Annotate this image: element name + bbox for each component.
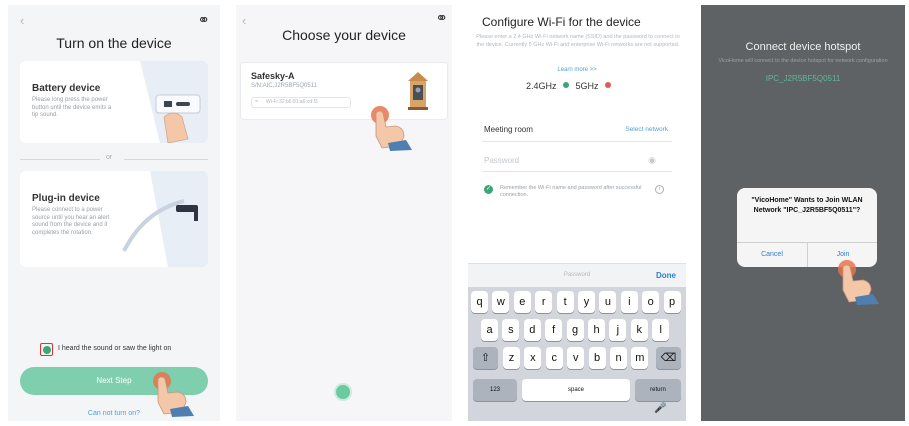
learn-more-link[interactable]: Learn more >> <box>468 67 686 73</box>
plugin-device-illustration <box>122 171 208 267</box>
device-name: Safesky-A <box>251 71 295 81</box>
device-list-item[interactable]: Safesky-A S/N:AIC,J2R5BF5Q0511 ≈ Wi-Fi:3… <box>240 62 448 120</box>
space-key[interactable]: space <box>522 379 630 401</box>
key-r[interactable]: r <box>535 291 553 313</box>
remember-checkbox[interactable]: ✓ <box>484 185 493 194</box>
remember-label: Remember the Wi-Fi name and password aft… <box>500 185 642 198</box>
headset-icon[interactable]: ⚭ <box>197 11 210 29</box>
chevron-left-icon[interactable]: ‹ <box>20 13 24 28</box>
tap-hand-icon <box>838 260 879 305</box>
divider <box>482 171 672 172</box>
key-g[interactable]: g <box>566 319 584 341</box>
plugin-device-card[interactable]: Plug-in device Please connect to a power… <box>20 171 208 267</box>
info-icon[interactable]: i <box>655 185 664 194</box>
numbers-key[interactable]: 123 <box>473 379 517 401</box>
microphone-icon[interactable]: 🎤 <box>654 403 666 414</box>
done-button[interactable]: Done <box>656 271 676 280</box>
key-h[interactable]: h <box>588 319 605 341</box>
band-5-label: 5GHz <box>575 81 599 91</box>
confirm-checkbox[interactable] <box>40 343 53 356</box>
key-t[interactable]: t <box>556 291 574 313</box>
on-screen-keyboard: qwertyuiop asdfghjkl zxcvbnm ⇧ ⌫ 123 spa… <box>468 287 686 421</box>
check-mark-icon <box>42 345 51 354</box>
key-i[interactable]: i <box>620 291 638 313</box>
device-sn: S/N:AIC,J2R5BF5Q0511 <box>251 83 317 89</box>
instructions-text: Please enter a 2.4 GHz Wi-Fi network nam… <box>476 34 680 48</box>
key-d[interactable]: d <box>523 319 541 341</box>
key-p[interactable]: p <box>663 291 681 313</box>
screen-configure-wifi: Configure Wi-Fi for the device Please en… <box>468 5 686 421</box>
cannot-turn-on-link[interactable]: Can not turn on? <box>8 410 220 417</box>
or-label: or <box>106 154 113 161</box>
device-wifi-badge: ≈ Wi-Fi:32:b6:81:a6:cd:f3 <box>251 97 351 108</box>
key-k[interactable]: k <box>630 319 648 341</box>
password-field[interactable]: Password <box>484 156 519 165</box>
key-a[interactable]: a <box>481 319 498 341</box>
battery-device-illustration <box>140 61 208 143</box>
key-b[interactable]: b <box>588 347 606 369</box>
card-title: Battery device <box>32 83 101 94</box>
page-title: Choose your device <box>282 27 406 43</box>
card-desc: Please long press the power button until… <box>32 97 112 118</box>
select-network-link[interactable]: Select network <box>625 126 668 133</box>
screen-turn-on-device: ‹ ⚭ Turn on the device Battery device Pl… <box>8 5 220 421</box>
alert-message: "VicoHome" Wants to Join WLAN Network "I… <box>751 197 863 214</box>
key-s[interactable]: s <box>502 319 520 341</box>
key-y[interactable]: y <box>578 291 595 313</box>
divider <box>20 159 100 160</box>
cancel-button[interactable]: Cancel <box>737 243 807 267</box>
key-n[interactable]: n <box>610 347 627 369</box>
key-e[interactable]: e <box>513 291 531 313</box>
keyboard-field-label: Password <box>563 272 591 278</box>
key-q[interactable]: q <box>471 291 488 313</box>
card-desc: Please connect to a power source until y… <box>32 207 110 236</box>
key-l[interactable]: l <box>652 319 670 341</box>
loading-indicator <box>336 385 350 399</box>
page-title: Connect device hotspot <box>745 41 861 53</box>
key-w[interactable]: w <box>492 291 510 313</box>
wifi-icon: ≈ <box>255 99 259 105</box>
page-title: Turn on the device <box>56 35 172 51</box>
instructions-text: VicoHome will connect to the device hots… <box>718 58 888 64</box>
delete-key[interactable]: ⌫ <box>656 347 681 369</box>
battery-device-card[interactable]: Battery device Please long press the pow… <box>20 61 208 143</box>
screen-choose-device: ‹ ⚭ Choose your device Safesky-A S/N:AIC… <box>236 5 452 421</box>
band-legend: 2.4GHz 5GHz <box>526 81 615 91</box>
divider <box>482 141 672 142</box>
keyboard-toolbar: Password Done <box>468 263 686 287</box>
network-name-field[interactable]: Meeting room <box>484 125 533 134</box>
key-u[interactable]: u <box>599 291 617 313</box>
check-status-icon <box>563 82 570 88</box>
shift-key[interactable]: ⇧ <box>473 347 498 369</box>
return-key[interactable]: return <box>635 379 681 401</box>
key-v[interactable]: v <box>567 347 585 369</box>
key-o[interactable]: o <box>642 291 660 313</box>
page-title: Configure Wi-Fi for the device <box>482 15 641 29</box>
key-z[interactable]: z <box>503 347 520 369</box>
device-wifi: Wi-Fi:32:b6:81:a6:cd:f3 <box>266 99 318 105</box>
key-x[interactable]: x <box>524 347 542 369</box>
chevron-left-icon[interactable]: ‹ <box>242 13 246 28</box>
key-f[interactable]: f <box>545 319 563 341</box>
screen-connect-hotspot: Connect device hotspot VicoHome will con… <box>701 5 905 421</box>
join-network-alert: "VicoHome" Wants to Join WLAN Network "I… <box>737 188 877 267</box>
hotspot-ssid: IPC_J2R5BF5Q0511 <box>765 74 841 83</box>
key-c[interactable]: c <box>545 347 563 369</box>
headset-icon[interactable]: ⚭ <box>435 9 448 27</box>
key-m[interactable]: m <box>631 347 649 369</box>
cross-status-icon <box>605 82 612 88</box>
eye-icon[interactable]: ◉ <box>648 155 656 166</box>
key-j[interactable]: j <box>609 319 627 341</box>
divider <box>124 159 208 160</box>
band-24-label: 2.4GHz <box>526 81 557 91</box>
card-title: Plug-in device <box>32 193 100 204</box>
tap-hand-icon <box>371 106 412 151</box>
checkbox-label: I heard the sound or saw the light on <box>58 345 172 352</box>
